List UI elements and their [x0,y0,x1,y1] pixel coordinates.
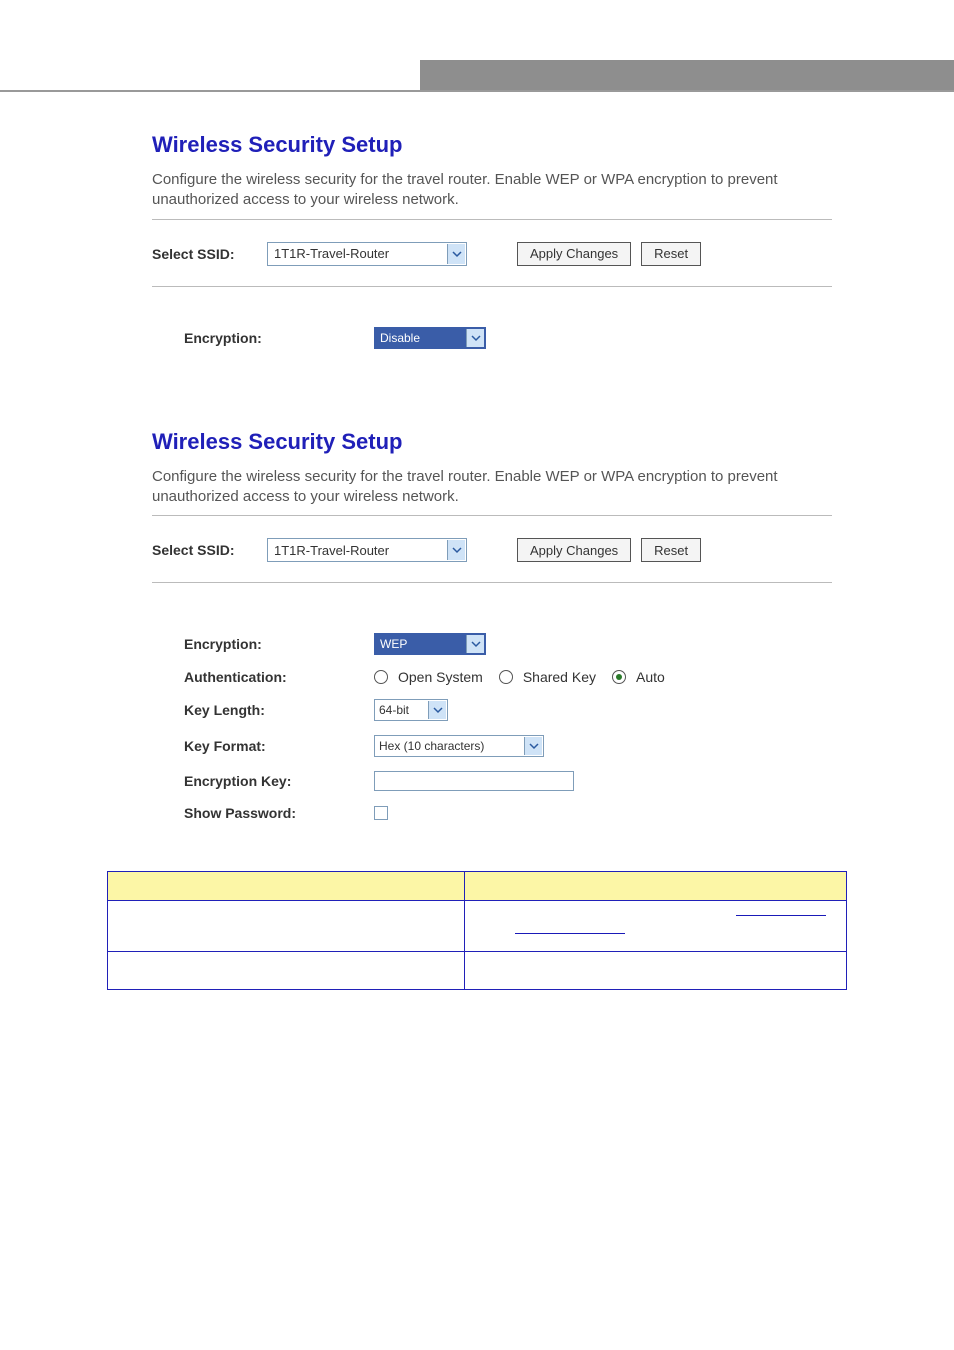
info-cell-2 [465,901,847,952]
auth-radio-auto[interactable] [612,670,626,684]
info-th-2 [465,872,847,901]
ssid-select[interactable]: 1T1R-Travel-Router [267,242,467,266]
ssid-row: Select SSID: 1T1R-Travel-Router Apply Ch… [152,516,832,583]
chevron-down-icon [466,329,484,347]
keyfmt-value: Hex (10 characters) [379,739,484,753]
panel-wep: Wireless Security Setup Configure the wi… [152,429,832,822]
ssid-label: Select SSID: [152,246,267,262]
reset-button[interactable]: Reset [641,538,701,562]
keylen-select[interactable]: 64-bit [374,699,448,721]
auth-open-label: Open System [398,669,483,685]
top-bar-left [0,60,420,90]
auth-radio-group: Open System Shared Key Auto [374,669,675,685]
chevron-down-icon [428,701,446,719]
chevron-down-icon [447,540,465,560]
auth-shared-label: Shared Key [523,669,596,685]
info-cell-1 [108,901,465,952]
encryption-key-input[interactable] [374,771,574,791]
page-title: Wireless Security Setup [152,132,832,158]
auth-auto-label: Auto [636,669,665,685]
encryption-select[interactable]: Disable [374,327,486,349]
chevron-down-icon [466,635,484,653]
auth-radio-open[interactable] [374,670,388,684]
info-table [107,871,847,990]
info-cell-3 [108,952,465,990]
auth-radio-shared[interactable] [499,670,513,684]
ssid-value: 1T1R-Travel-Router [274,543,389,558]
keyfmt-label: Key Format: [184,738,374,754]
encryption-label: Encryption: [184,330,374,346]
chevron-down-icon [447,244,465,264]
panel-disable: Wireless Security Setup Configure the wi… [152,132,832,349]
ssid-value: 1T1R-Travel-Router [274,246,389,261]
keyfmt-select[interactable]: Hex (10 characters) [374,735,544,757]
info-th-1 [108,872,465,901]
description: Configure the wireless security for the … [152,170,832,220]
enckey-label: Encryption Key: [184,773,374,789]
reset-button[interactable]: Reset [641,242,701,266]
auth-label: Authentication: [184,669,374,685]
ssid-row: Select SSID: 1T1R-Travel-Router Apply Ch… [152,220,832,287]
apply-changes-button[interactable]: Apply Changes [517,538,631,562]
apply-changes-button[interactable]: Apply Changes [517,242,631,266]
description: Configure the wireless security for the … [152,467,832,517]
encryption-select[interactable]: WEP [374,633,486,655]
info-link-1[interactable] [515,933,625,934]
page-title: Wireless Security Setup [152,429,832,455]
show-password-checkbox[interactable] [374,806,388,820]
chevron-down-icon [524,737,542,755]
keylen-value: 64-bit [379,703,409,717]
info-link-2[interactable] [736,915,826,916]
keylen-label: Key Length: [184,702,374,718]
encryption-label: Encryption: [184,636,374,652]
top-bar-right [420,60,954,90]
ssid-select[interactable]: 1T1R-Travel-Router [267,538,467,562]
showpw-label: Show Password: [184,805,374,821]
ssid-label: Select SSID: [152,542,267,558]
info-cell-4 [465,952,847,990]
top-bar [0,60,954,92]
